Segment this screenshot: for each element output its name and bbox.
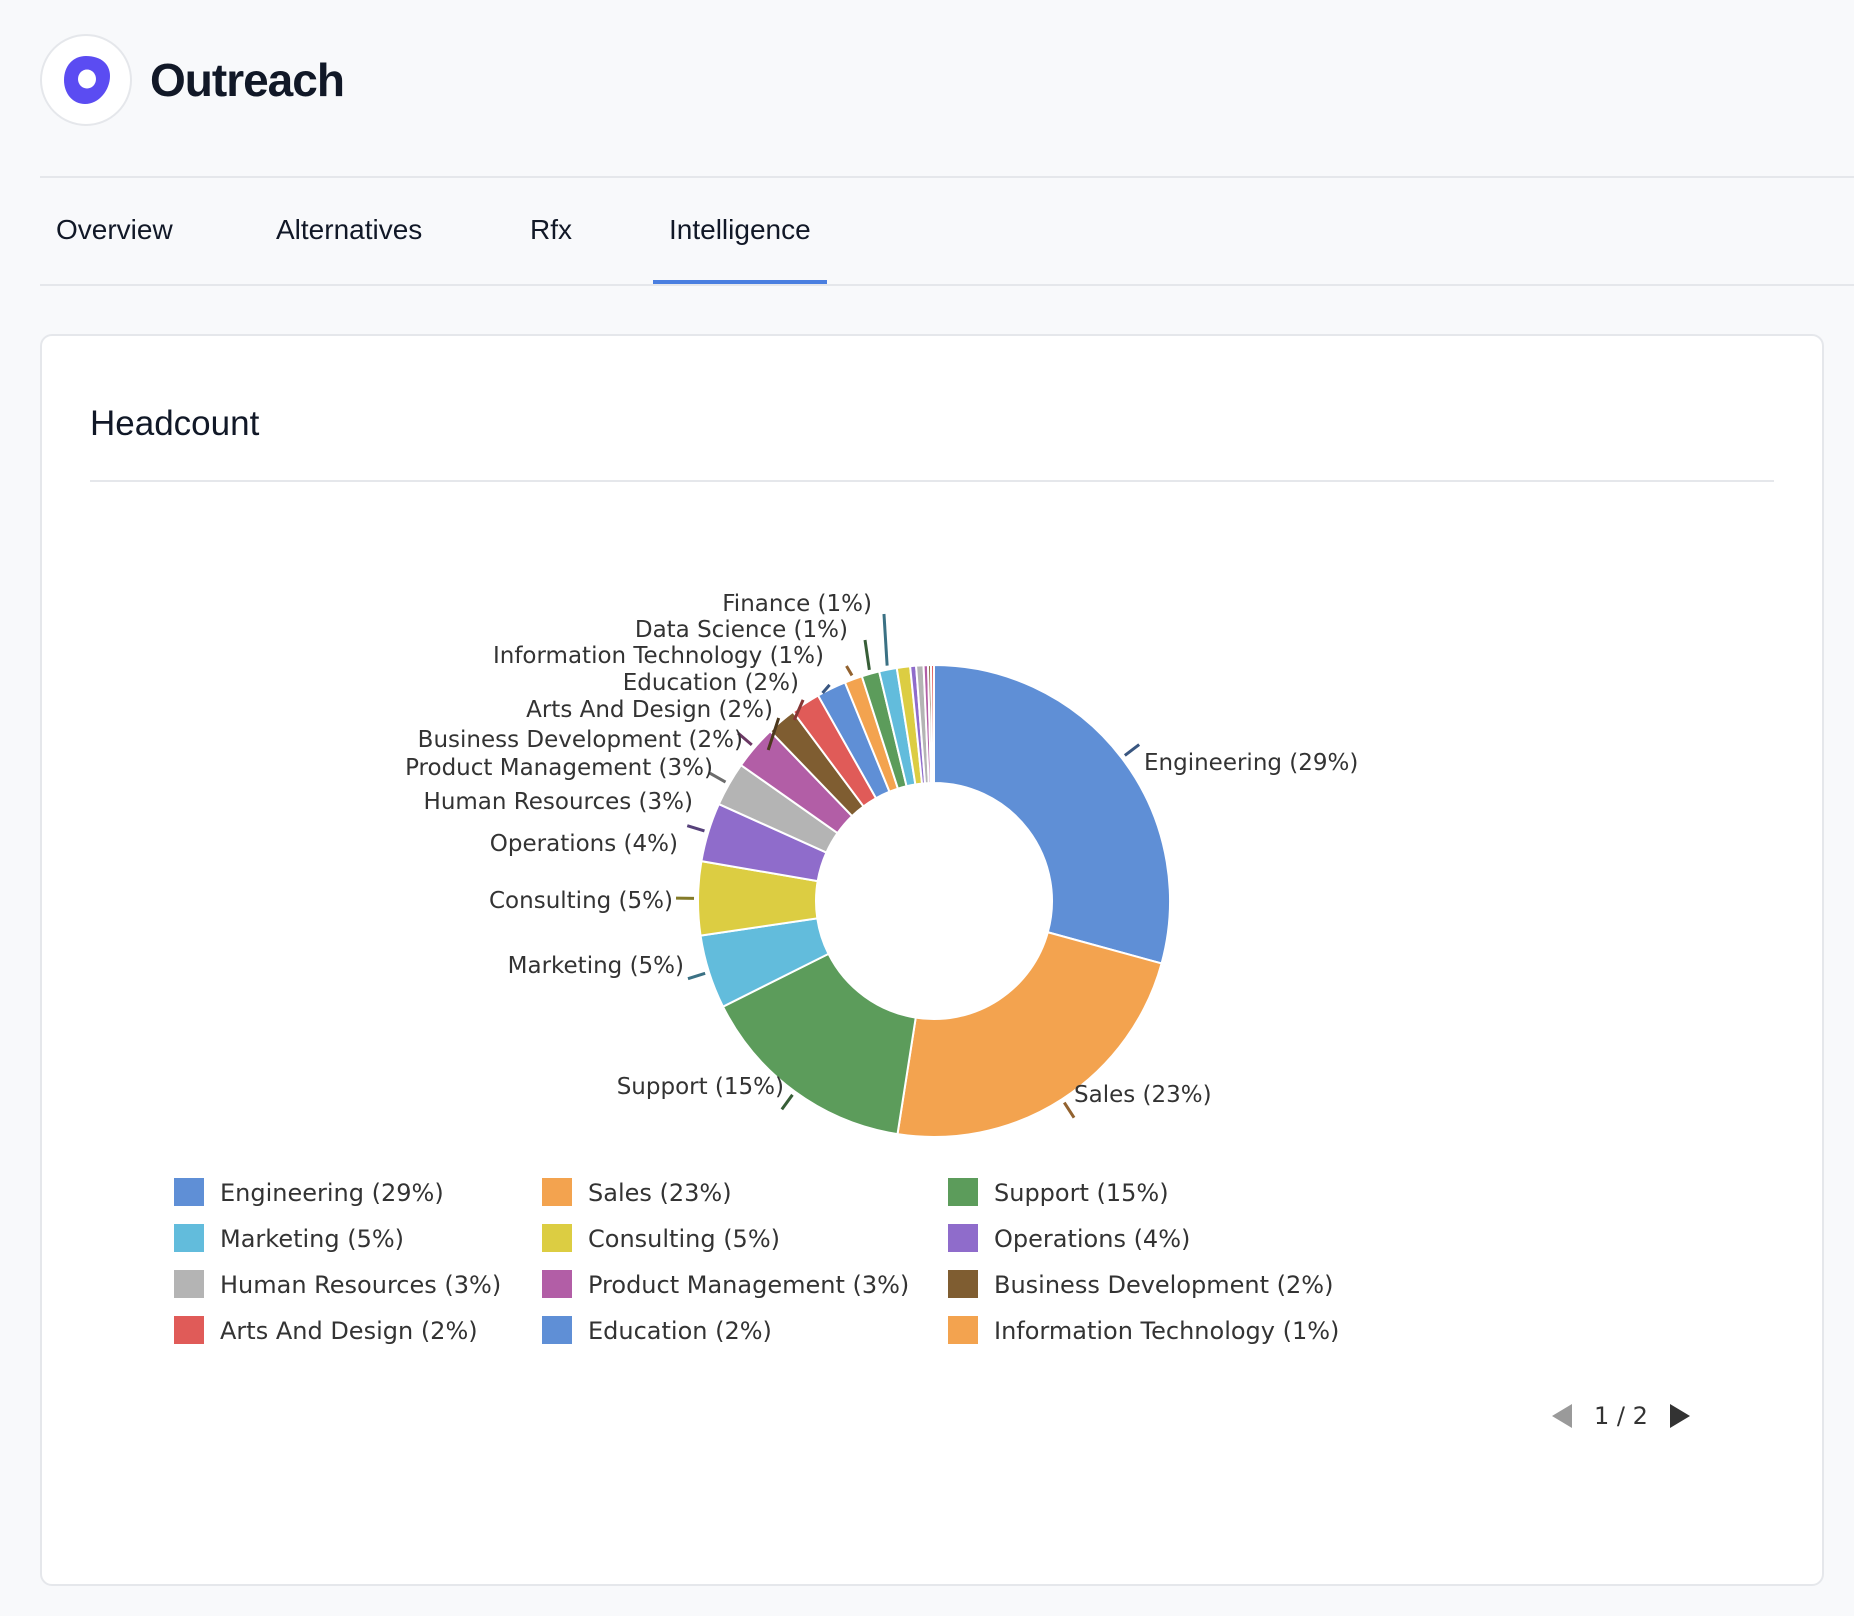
legend-item-information-technology[interactable]: Information Technology (1%) bbox=[948, 1316, 1339, 1345]
legend-item-human-resources[interactable]: Human Resources (3%) bbox=[174, 1270, 501, 1299]
leader-line-data-science bbox=[863, 639, 871, 671]
data-label-consulting: Consulting (5%) bbox=[489, 888, 673, 914]
data-label-operations: Operations (4%) bbox=[490, 831, 678, 857]
headcount-card: Headcount Engineering (29%) Sales (23%) Su… bbox=[40, 334, 1824, 1586]
data-label-arts-and-design: Arts And Design (2%) bbox=[526, 697, 773, 723]
legend-swatch bbox=[174, 1270, 204, 1298]
data-label-product-management: Product Management (3%) bbox=[405, 755, 713, 781]
leader-line-engineering bbox=[1123, 743, 1141, 757]
data-label-information-technology: Information Technology (1%) bbox=[493, 643, 824, 669]
legend-swatch bbox=[174, 1178, 204, 1206]
legend-label: Education (2%) bbox=[588, 1317, 772, 1345]
legend-item-operations[interactable]: Operations (4%) bbox=[948, 1224, 1190, 1253]
tab-rfx[interactable]: Rfx bbox=[530, 178, 572, 282]
slice-engineering[interactable] bbox=[933, 663, 1171, 965]
legend-item-product-management[interactable]: Product Management (3%) bbox=[542, 1270, 909, 1299]
tab-intelligence[interactable]: Intelligence bbox=[653, 178, 827, 284]
legend-item-education[interactable]: Education (2%) bbox=[542, 1316, 772, 1345]
legend-swatch bbox=[174, 1316, 204, 1344]
data-label-data-science: Data Science (1%) bbox=[635, 617, 848, 643]
legend-item-support[interactable]: Support (15%) bbox=[948, 1178, 1169, 1207]
legend-item-arts-and-design[interactable]: Arts And Design (2%) bbox=[174, 1316, 478, 1345]
legend-label: Business Development (2%) bbox=[994, 1271, 1333, 1299]
legend-swatch bbox=[174, 1224, 204, 1252]
triangle-left-icon[interactable] bbox=[1548, 1400, 1576, 1432]
data-label-education: Education (2%) bbox=[623, 670, 799, 696]
legend-item-consulting[interactable]: Consulting (5%) bbox=[542, 1224, 780, 1253]
legend-label: Consulting (5%) bbox=[588, 1225, 780, 1253]
legend-label: Arts And Design (2%) bbox=[220, 1317, 478, 1345]
leader-line-sales bbox=[1063, 1101, 1076, 1119]
legend-pager: 1 / 2 bbox=[1548, 1396, 1694, 1436]
leader-line-marketing bbox=[687, 971, 706, 981]
legend-label: Marketing (5%) bbox=[220, 1225, 404, 1253]
leader-line-operations bbox=[686, 824, 705, 833]
legend-swatch bbox=[542, 1178, 572, 1206]
legend-page-indicator: 1 / 2 bbox=[1594, 1402, 1648, 1430]
outreach-logo-icon bbox=[40, 34, 132, 126]
legend-swatch bbox=[948, 1178, 978, 1206]
data-label-support: Support (15%) bbox=[617, 1074, 784, 1100]
legend-swatch bbox=[948, 1224, 978, 1252]
legend-label: Operations (4%) bbox=[994, 1225, 1190, 1253]
app-header: Outreach bbox=[40, 32, 345, 128]
data-label-finance: Finance (1%) bbox=[722, 591, 872, 617]
legend-label: Support (15%) bbox=[994, 1179, 1169, 1207]
data-label-marketing: Marketing (5%) bbox=[508, 953, 684, 979]
legend-label: Human Resources (3%) bbox=[220, 1271, 501, 1299]
legend-swatch bbox=[542, 1270, 572, 1298]
legend-label: Product Management (3%) bbox=[588, 1271, 909, 1299]
legend-label: Information Technology (1%) bbox=[994, 1317, 1339, 1345]
tab-overview[interactable]: Overview bbox=[56, 178, 173, 282]
slice-other-19[interactable] bbox=[929, 663, 935, 785]
tab-bar: Overview Alternatives Rfx Intelligence bbox=[40, 178, 1854, 286]
app-title: Outreach bbox=[150, 54, 345, 106]
legend-item-marketing[interactable]: Marketing (5%) bbox=[174, 1224, 404, 1253]
leader-line-information-technology bbox=[845, 665, 854, 677]
legend-item-engineering[interactable]: Engineering (29%) bbox=[174, 1178, 444, 1207]
tab-alternatives[interactable]: Alternatives bbox=[276, 178, 422, 282]
legend-swatch bbox=[948, 1270, 978, 1298]
data-label-human-resources: Human Resources (3%) bbox=[424, 789, 693, 815]
legend-swatch bbox=[542, 1316, 572, 1344]
data-label-engineering: Engineering (29%) bbox=[1144, 750, 1358, 776]
triangle-right-icon[interactable] bbox=[1666, 1400, 1694, 1432]
legend-label: Engineering (29%) bbox=[220, 1179, 444, 1207]
data-label-sales: Sales (23%) bbox=[1074, 1082, 1212, 1108]
data-label-business-development: Business Development (2%) bbox=[418, 727, 743, 753]
legend-item-sales[interactable]: Sales (23%) bbox=[542, 1178, 732, 1207]
leader-line-finance bbox=[882, 613, 889, 666]
legend-label: Sales (23%) bbox=[588, 1179, 732, 1207]
legend-swatch bbox=[542, 1224, 572, 1252]
legend-swatch bbox=[948, 1316, 978, 1344]
legend-item-business-development[interactable]: Business Development (2%) bbox=[948, 1270, 1333, 1299]
